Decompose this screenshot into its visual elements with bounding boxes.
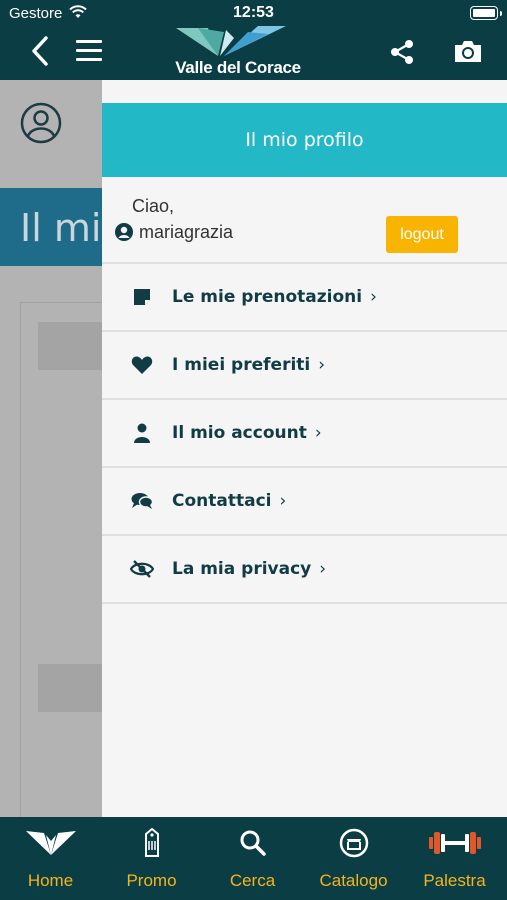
bottom-tab-bar: Home Promo Cerca Catalogo Palestra — [0, 817, 507, 900]
logo-wings-icon — [176, 26, 286, 56]
search-icon — [202, 827, 303, 859]
logo-text: Valle del Corace — [175, 58, 301, 77]
chevron-right-icon: › — [279, 491, 287, 511]
tab-label: Catalogo — [319, 871, 388, 890]
background-page-title: Il mi — [0, 188, 102, 266]
app-logo: Valle del Corace — [168, 24, 308, 78]
hamburger-menu-icon[interactable] — [76, 40, 102, 62]
username: mariagrazia — [139, 221, 234, 242]
logo-icon — [0, 827, 101, 859]
tab-palestra[interactable]: Palestra — [404, 817, 505, 900]
dumbbell-icon — [404, 827, 505, 859]
user-info: mariagrazia — [114, 220, 233, 244]
greeting-text: Ciao, — [132, 196, 175, 216]
tab-label: Home — [27, 871, 74, 890]
menu-item-privacy[interactable]: La mia privacy › — [102, 536, 507, 602]
drawer-title: Il mio profilo — [102, 103, 507, 177]
back-arrow-icon[interactable] — [26, 34, 56, 68]
chevron-right-icon: › — [319, 559, 327, 579]
note-icon — [130, 285, 154, 309]
menu-label: Il mio account — [172, 423, 307, 443]
battery-icon — [470, 6, 502, 20]
eye-slash-icon — [130, 557, 154, 581]
tab-promo[interactable]: Promo — [101, 817, 202, 900]
menu-label: Contattaci — [172, 491, 272, 511]
shop-icon — [303, 827, 404, 859]
profile-avatar-icon — [20, 102, 62, 144]
divider — [102, 602, 507, 604]
tab-label: Promo — [126, 871, 177, 890]
clock: 12:53 — [233, 4, 274, 21]
share-icon[interactable] — [388, 38, 416, 66]
tab-catalogo[interactable]: Catalogo — [303, 817, 404, 900]
tab-home[interactable]: Home — [0, 817, 101, 900]
menu-item-account[interactable]: Il mio account › — [102, 400, 507, 466]
heart-icon — [130, 353, 154, 377]
user-circle-icon — [115, 223, 133, 241]
logout-button[interactable]: logout — [386, 216, 458, 253]
menu-label: I miei preferiti — [172, 355, 311, 375]
chevron-right-icon: › — [370, 287, 377, 307]
camera-icon[interactable] — [453, 38, 483, 64]
tab-label: Cerca — [229, 871, 276, 890]
menu-item-preferiti[interactable]: I miei preferiti › — [102, 332, 507, 398]
menu-item-prenotazioni[interactable]: Le mie prenotazioni › — [102, 264, 507, 330]
user-icon — [130, 421, 154, 445]
tab-cerca[interactable]: Cerca — [202, 817, 303, 900]
tag-icon — [101, 827, 202, 859]
tab-label: Palestra — [423, 871, 486, 890]
menu-label: La mia privacy — [172, 559, 312, 579]
profile-drawer: Il mio profilo Ciao, mariagrazia logout … — [102, 80, 507, 817]
chevron-right-icon: › — [318, 355, 326, 375]
chevron-right-icon: › — [314, 423, 322, 443]
chat-icon — [130, 489, 154, 513]
menu-label: Le mie prenotazioni — [172, 287, 363, 307]
menu-item-contattaci[interactable]: Contattaci › — [102, 468, 507, 534]
top-bar: Gestore 12:53 Valle del Corace — [0, 0, 507, 80]
